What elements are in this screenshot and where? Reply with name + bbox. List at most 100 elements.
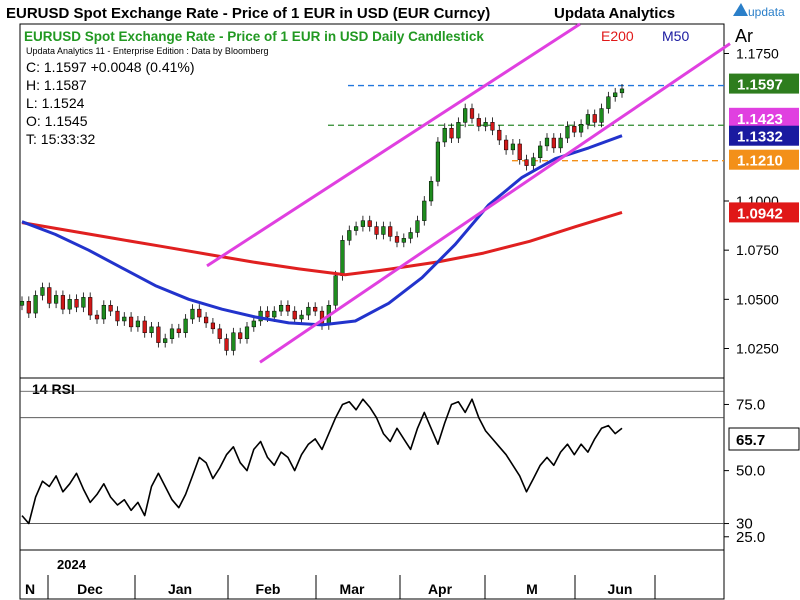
candle-up — [415, 220, 420, 233]
candle-up — [340, 240, 345, 276]
price-tag-label: 1.1210 — [737, 153, 783, 170]
rsi-axis: 25.03050.075.0 — [724, 396, 765, 546]
candle-up — [40, 287, 45, 296]
candle-up — [456, 122, 461, 139]
candle-up — [244, 326, 250, 339]
candle-up — [408, 232, 413, 239]
candle-up — [163, 338, 168, 343]
stat-high: H: 1.1587 — [26, 77, 87, 93]
candle-up — [538, 145, 543, 158]
candle-down — [115, 310, 120, 322]
candle-up — [183, 318, 188, 334]
month-label: Feb — [256, 581, 281, 597]
candle-down — [490, 122, 495, 131]
candle-up — [122, 316, 127, 322]
candle-down — [265, 310, 270, 318]
month-label: Jan — [168, 581, 192, 597]
candle-up — [401, 238, 406, 243]
candle-up — [169, 328, 175, 339]
candle-up — [81, 297, 86, 308]
candle-down — [367, 220, 372, 227]
candle-down — [469, 108, 475, 119]
month-label: M — [526, 581, 538, 597]
candle-down — [108, 304, 113, 312]
candle-down — [497, 129, 502, 141]
candle-down — [217, 328, 222, 339]
candle-up — [53, 295, 59, 304]
candle-up — [278, 304, 284, 312]
header-title: EURUSD Spot Exchange Rate - Price of 1 E… — [6, 5, 490, 22]
candle-down — [60, 295, 66, 310]
candle-down — [285, 304, 291, 312]
candle-up — [428, 181, 434, 202]
candle-down — [476, 118, 481, 127]
rsi-value-text: 65.7 — [736, 432, 765, 449]
month-label: Dec — [77, 581, 103, 597]
price-tag-label: 1.1332 — [737, 129, 783, 146]
price-tick-label: 1.0500 — [736, 291, 779, 307]
ma50-label: M50 — [662, 28, 689, 44]
stat-time: T: 15:33:32 — [26, 131, 95, 147]
candle-up — [619, 88, 625, 94]
candle-up — [510, 143, 516, 151]
candle-down — [197, 308, 202, 318]
candle-up — [135, 320, 141, 328]
main-panel-frame — [19, 23, 725, 379]
ma200-label: E200 — [601, 28, 634, 44]
candle-up — [33, 295, 38, 314]
candle-down — [47, 287, 52, 304]
candle-down — [517, 143, 522, 160]
candle-up — [442, 127, 447, 143]
chart-subtitle: Updata Analytics 11 - Enterprise Edition… — [26, 46, 268, 56]
candle-up — [565, 126, 570, 139]
price-tag-label: 1.1597 — [737, 77, 783, 94]
candle-up — [299, 314, 304, 320]
month-label: Apr — [428, 581, 453, 597]
candle-up — [67, 299, 72, 310]
candle-down — [238, 332, 243, 339]
candle-up — [422, 200, 427, 221]
candle-up — [190, 308, 195, 320]
candle-up — [463, 108, 468, 123]
candle-down — [210, 322, 216, 330]
candle-down — [374, 226, 379, 235]
candle-up — [531, 157, 536, 166]
candle-down — [524, 159, 529, 166]
candle-down — [292, 310, 297, 320]
candle-down — [94, 314, 100, 320]
candle-up — [613, 92, 618, 98]
candle-down — [142, 320, 147, 334]
price-tick-label: 1.0250 — [736, 341, 779, 357]
candle-up — [347, 230, 352, 241]
candle-up — [231, 332, 236, 351]
candle-up — [558, 137, 563, 149]
candle-down — [203, 316, 209, 324]
rsi-tick-label: 30 — [736, 516, 753, 533]
stat-close: C: 1.1597 +0.0048 (0.41%) — [26, 59, 195, 75]
candle-down — [388, 226, 393, 237]
month-label: Jun — [608, 581, 633, 597]
candle-down — [26, 301, 31, 314]
candle-down — [503, 139, 509, 151]
price-tag-label: 1.1423 — [737, 111, 783, 128]
candle-down — [551, 137, 556, 149]
candle-up — [435, 141, 441, 182]
candle-up — [272, 310, 277, 318]
price-axis: 1.02501.05001.07501.10001.17501.15971.14… — [724, 46, 799, 357]
rsi-label: 14 RSI — [32, 381, 75, 397]
candle-up — [149, 326, 154, 334]
price-tick-label: 1.0750 — [736, 242, 779, 258]
rsi-tick-label: 75.0 — [736, 396, 765, 413]
candle-down — [74, 299, 79, 308]
candle-up — [544, 137, 550, 147]
candle-up — [585, 114, 591, 125]
month-label: Mar — [340, 581, 365, 597]
candle-down — [176, 328, 181, 334]
candle-down — [394, 236, 400, 243]
candle-up — [599, 108, 604, 123]
candle-down — [313, 306, 318, 312]
candle-up — [606, 96, 611, 109]
candle-up — [360, 220, 366, 227]
corner-label: Ar — [735, 26, 753, 46]
chart-root: EURUSD Spot Exchange Rate - Price of 1 E… — [0, 0, 800, 600]
